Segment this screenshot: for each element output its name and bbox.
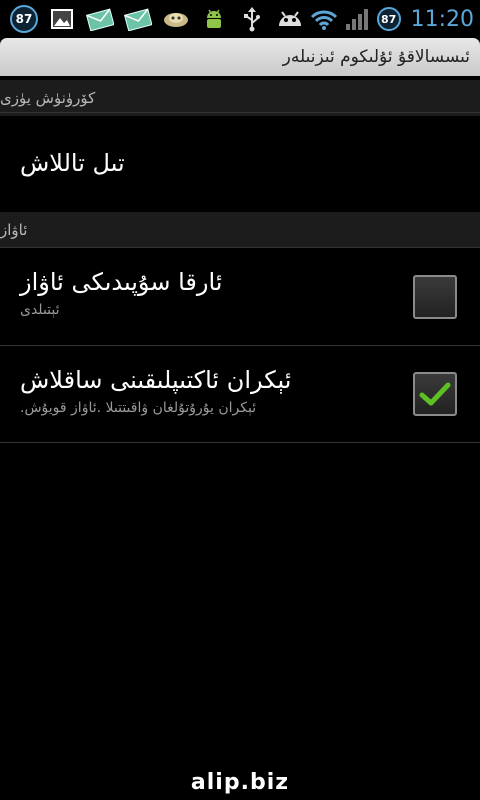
battery-icon: 87 [376, 7, 401, 31]
background-sound-checkbox[interactable] [413, 275, 457, 319]
email-icon [86, 6, 114, 32]
battery-level: 87 [380, 12, 397, 26]
notification-badge-count: 87 [15, 12, 33, 26]
signal-icon [343, 6, 371, 32]
status-bar: 87 87 11:20 [0, 0, 480, 38]
pref-keep-screen-on[interactable]: ئېكران ئاكتىپلىقىنى ساقلاش ئېكران يۇرۇتۇ… [0, 346, 480, 442]
pref-summary: ئېكران يۇرۇتۇلغان ۋاقىتتىلا .ئاۋاز قويۇش… [20, 400, 257, 416]
settings-screen: 87 87 11:20 ئىسسالاقۇ ئۇلىكوم ئىزنىلەر ك… [0, 0, 480, 800]
divider [0, 442, 480, 443]
keep-screen-on-checkbox[interactable] [413, 372, 457, 416]
clock: 11:20 [410, 6, 474, 32]
checkmark-icon [419, 382, 451, 406]
pref-title: تىل تاللاش [20, 149, 125, 177]
page-title: ئىسسالاقۇ ئۇلىكوم ئىزنىلەر [282, 47, 470, 67]
pref-summary: ئېتىلدى [20, 302, 60, 318]
usb-icon [238, 6, 266, 32]
android-debug-icon [200, 6, 228, 32]
android-icon [276, 6, 304, 32]
sync-icon [162, 6, 190, 32]
wifi-icon [309, 6, 337, 32]
watermark: alip.biz [190, 770, 290, 795]
section-header-label: ئاۋاز [0, 221, 28, 239]
gallery-icon [48, 6, 76, 32]
pref-language[interactable]: تىل تاللاش [0, 113, 480, 211]
pref-title: ئارقا سۇپىدىكى ئاۋاز [20, 268, 223, 296]
section-header-display: كۆرۈنۈش يۈزى [0, 80, 480, 116]
pref-title: ئېكران ئاكتىپلىقىنى ساقلاش [20, 366, 292, 394]
section-header-label: كۆرۈنۈش يۈزى [0, 89, 96, 107]
title-bar: ئىسسالاقۇ ئۇلىكوم ئىزنىلەر [0, 38, 480, 76]
section-header-sound: ئاۋاز [0, 212, 480, 248]
pref-background-sound[interactable]: ئارقا سۇپىدىكى ئاۋاز ئېتىلدى [0, 248, 480, 344]
email-icon-2 [124, 6, 152, 32]
notification-badge-icon[interactable]: 87 [10, 5, 38, 33]
